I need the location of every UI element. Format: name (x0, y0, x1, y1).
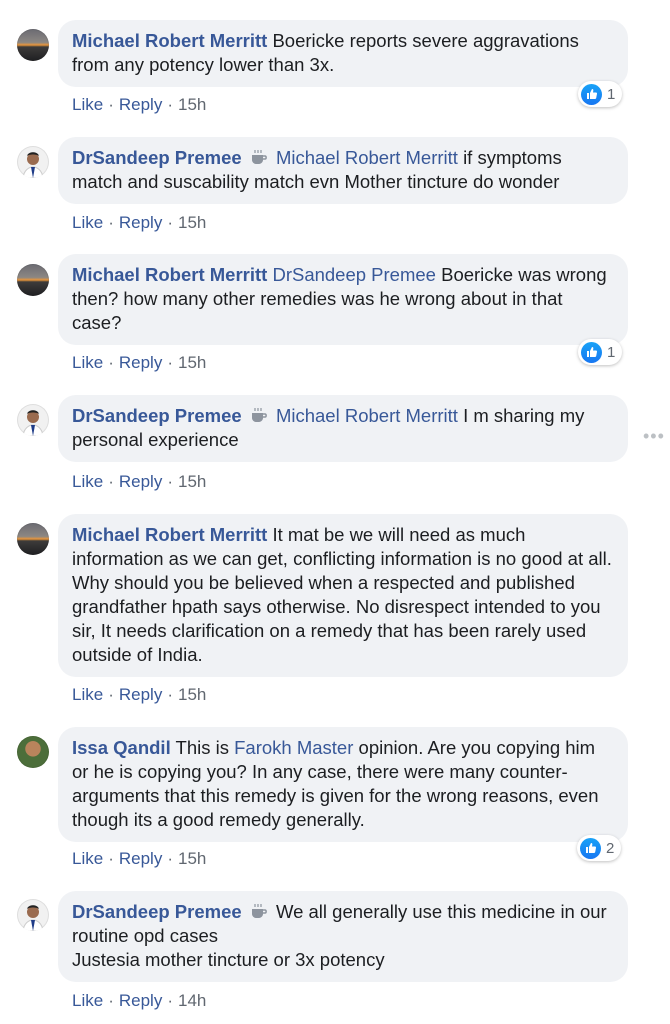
comment-bubble: DrSandeep Premee Michael Robert Merritt … (58, 137, 628, 204)
reply-link[interactable]: Reply (119, 991, 162, 1010)
comment-text: It mat be we will need as much informati… (72, 524, 612, 665)
coffee-cup-icon (251, 904, 267, 918)
comment-actions: Like · Reply · 15h (72, 685, 207, 704)
avatar[interactable] (17, 264, 49, 296)
reply-link[interactable]: Reply (119, 95, 162, 114)
comment-bubble: DrSandeep Premee We all generally use th… (58, 891, 628, 982)
timestamp[interactable]: 15h (178, 353, 206, 372)
reply-link[interactable]: Reply (119, 213, 162, 232)
comment-actions: Like · Reply · 15h (72, 849, 207, 868)
like-link[interactable]: Like (72, 472, 103, 491)
like-link[interactable]: Like (72, 991, 103, 1010)
comment-author[interactable]: Michael Robert Merritt (72, 30, 267, 51)
comment-actions: Like · Reply · 15h (72, 472, 207, 491)
comment-text-before: This is (175, 737, 229, 758)
mention-link[interactable]: Michael Robert Merritt (276, 405, 458, 426)
thumbs-up-icon (581, 341, 602, 363)
timestamp[interactable]: 15h (178, 472, 206, 491)
reply-link[interactable]: Reply (119, 849, 162, 868)
reaction-count[interactable]: 1 (578, 339, 623, 365)
reply-link[interactable]: Reply (119, 472, 162, 491)
avatar[interactable] (17, 736, 49, 768)
comment-actions: Like · Reply · 15h (72, 95, 207, 114)
timestamp[interactable]: 15h (178, 849, 206, 868)
coffee-cup-icon (251, 408, 267, 422)
like-link[interactable]: Like (72, 849, 103, 868)
timestamp[interactable]: 14h (178, 991, 206, 1010)
comment-bubble: Issa Qandil This is Farokh Master opinio… (58, 727, 628, 842)
comment-actions: Like · Reply · 15h (72, 213, 207, 232)
comment-actions: Like · Reply · 15h (72, 353, 207, 372)
comment-author[interactable]: Michael Robert Merritt (72, 524, 267, 545)
like-link[interactable]: Like (72, 353, 103, 372)
timestamp[interactable]: 15h (178, 95, 206, 114)
avatar[interactable] (17, 899, 49, 931)
comment-author[interactable]: DrSandeep Premee (72, 405, 242, 426)
thumbs-up-icon (581, 83, 602, 105)
comment-author[interactable]: Michael Robert Merritt (72, 264, 267, 285)
reaction-number: 2 (606, 839, 615, 857)
comment-bubble: Michael Robert Merritt Boericke reports … (58, 20, 628, 87)
reply-link[interactable]: Reply (119, 353, 162, 372)
timestamp[interactable]: 15h (178, 685, 206, 704)
comment-author[interactable]: DrSandeep Premee (72, 147, 242, 168)
like-link[interactable]: Like (72, 95, 103, 114)
mention-link[interactable]: DrSandeep Premee (272, 264, 436, 285)
timestamp[interactable]: 15h (178, 213, 206, 232)
comment-text-line2: Justesia mother tincture or 3x potency (72, 949, 385, 970)
mention-link[interactable]: Michael Robert Merritt (276, 147, 458, 168)
reaction-count[interactable]: 2 (577, 835, 622, 861)
reaction-number: 1 (607, 343, 616, 361)
mention-link[interactable]: Farokh Master (234, 737, 353, 758)
comment-bubble: DrSandeep Premee Michael Robert Merritt … (58, 395, 628, 462)
reaction-number: 1 (607, 85, 616, 103)
thumbs-up-icon (580, 837, 601, 859)
avatar[interactable] (17, 523, 49, 555)
comment-bubble: Michael Robert Merritt It mat be we will… (58, 514, 628, 677)
avatar[interactable] (17, 146, 49, 178)
reaction-count[interactable]: 1 (578, 81, 623, 107)
like-link[interactable]: Like (72, 213, 103, 232)
comment-author[interactable]: Issa Qandil (72, 737, 171, 758)
more-options-icon[interactable]: ••• (643, 426, 665, 447)
reply-link[interactable]: Reply (119, 685, 162, 704)
avatar[interactable] (17, 404, 49, 436)
comment-actions: Like · Reply · 14h (72, 991, 207, 1010)
coffee-cup-icon (251, 150, 267, 164)
avatar[interactable] (17, 29, 49, 61)
comment-bubble: Michael Robert Merritt DrSandeep Premee … (58, 254, 628, 345)
comment-author[interactable]: DrSandeep Premee (72, 901, 242, 922)
like-link[interactable]: Like (72, 685, 103, 704)
